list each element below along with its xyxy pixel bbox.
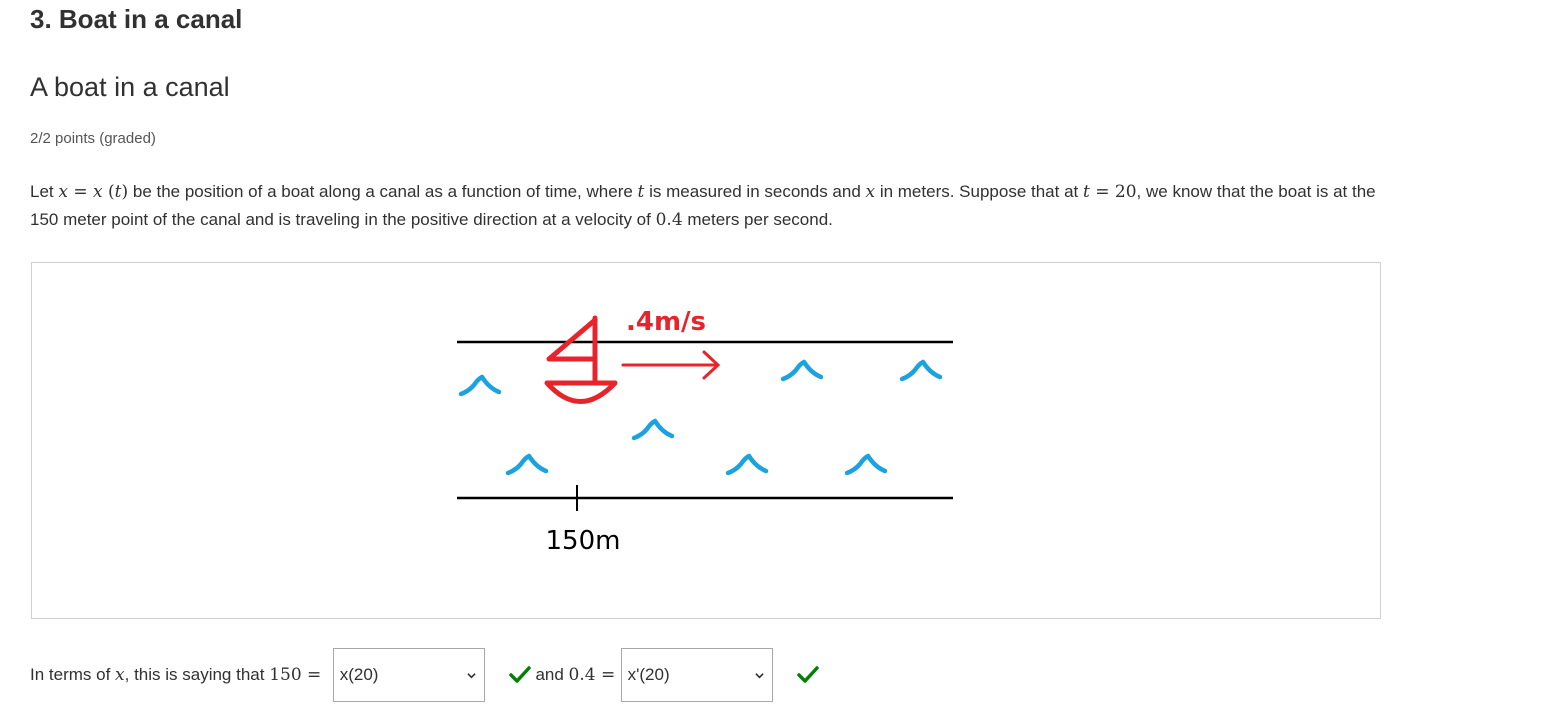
answer-equals-2: = [595,665,621,685]
velocity-select-value: x'(20) [627,665,670,684]
answer-equals-1: = [301,665,327,685]
answer-lead-text: In terms of [30,665,116,684]
answer-and-text: and [530,665,569,684]
position-label: 150m [546,526,621,556]
wave-icon [505,453,549,476]
chevron-down-icon [467,672,476,678]
wave-icon [780,359,824,382]
canal-diagram: 150m .4m/s [457,307,953,556]
correct-check-icon [796,666,819,683]
velocity-arrow [621,350,721,380]
velocity-select[interactable]: x'(20) [620,648,773,702]
answer-row: In terms of x, this is saying that 150 =… [30,646,819,704]
wave-icon [844,453,888,476]
position-select-value: x(20) [339,665,379,684]
answer-comma-text: , this is saying that [124,665,270,684]
wave-icon [458,374,502,397]
answer-var: x [115,665,125,685]
section-title: 3. Boat in a canal [30,4,243,34]
answer-value-150: 150 [269,665,302,685]
correct-check-icon [508,666,531,683]
position-select[interactable]: x(20) [332,648,485,702]
canal-figure: 150m .4m/s [31,262,1381,619]
wave-icon [899,359,943,382]
velocity-label: .4m/s [626,307,706,337]
boat-icon [544,315,618,404]
chevron-down-icon [754,672,764,678]
water-waves [458,359,943,476]
problem-prompt: Let x = x (t) be the position of a boat … [30,182,1376,230]
wave-icon [725,453,769,476]
answer-value-04: 0.4 [568,665,596,685]
wave-icon [631,418,675,441]
problem-title: A boat in a canal [30,72,230,102]
points-status: 2/2 points (graded) [30,130,156,147]
